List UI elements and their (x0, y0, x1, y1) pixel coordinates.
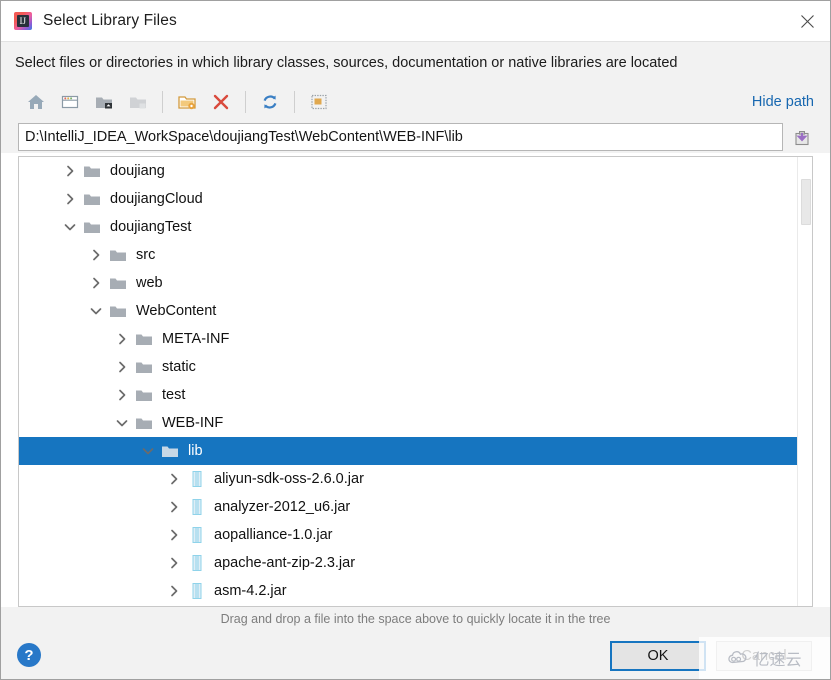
chevron-right-icon[interactable] (161, 577, 187, 605)
path-input[interactable] (18, 123, 783, 151)
chevron-right-icon[interactable] (161, 521, 187, 549)
tree-row[interactable]: asm-4.2.jar (19, 577, 812, 605)
tree-row[interactable]: src (19, 241, 812, 269)
chevron-right-icon[interactable] (83, 269, 109, 297)
drag-drop-hint: Drag and drop a file into the space abov… (220, 612, 611, 626)
tree-row-label: src (136, 247, 156, 263)
chevron-right-icon[interactable] (161, 549, 187, 577)
chevron-right-icon[interactable] (161, 465, 187, 493)
jar-file-icon (187, 499, 207, 515)
scrollbar-thumb[interactable] (801, 179, 811, 225)
tree-row-label: apache-ant-zip-2.3.jar (214, 555, 356, 571)
toolbar-separator (162, 91, 163, 113)
folder-icon (135, 416, 155, 431)
desktop-icon[interactable] (53, 88, 87, 116)
chevron-right-icon[interactable] (57, 157, 83, 185)
tree-row[interactable]: lib (19, 437, 812, 465)
chevron-right-icon[interactable] (109, 381, 135, 409)
chevron-right-icon[interactable] (109, 353, 135, 381)
tree-row-label: analyzer-2012_u6.jar (214, 499, 351, 515)
cancel-button[interactable]: Cancel (716, 641, 812, 671)
folder-icon (121, 88, 155, 116)
folder-icon (109, 248, 129, 263)
tree-row-label: web (136, 275, 163, 291)
tree-row-label: doujiang (110, 163, 165, 179)
folder-icon (161, 444, 181, 459)
folder-icon (109, 304, 129, 319)
dialog-footer: ? OK Cancel 亿速云 (1, 631, 830, 679)
tree-row-label: asm-4.2.jar (214, 583, 287, 599)
tree-row[interactable]: doujiangCloud (19, 185, 812, 213)
tree-row[interactable]: test (19, 381, 812, 409)
folder-icon (135, 360, 155, 375)
ok-button[interactable]: OK (610, 641, 706, 671)
chevron-down-icon[interactable] (135, 437, 161, 465)
chevron-right-icon[interactable] (57, 185, 83, 213)
tree-row[interactable]: WebContent (19, 297, 812, 325)
show-hidden-icon[interactable] (302, 88, 336, 116)
jar-file-icon (187, 583, 207, 599)
tree-row-label: aopalliance-1.0.jar (214, 527, 333, 543)
file-tree[interactable]: doujiang doujiangCloud doujiangTest src web W… (19, 157, 812, 606)
tree-row[interactable]: analyzer-2012_u6.jar (19, 493, 812, 521)
chevron-right-icon[interactable] (83, 241, 109, 269)
tree-row-label: test (162, 387, 186, 403)
folder-icon (83, 220, 103, 235)
tree-row-label: static (162, 359, 196, 375)
tree-row[interactable]: WEB-INF (19, 409, 812, 437)
jar-file-icon (187, 555, 207, 571)
tree-row-label: aliyun-sdk-oss-2.6.0.jar (214, 471, 364, 487)
tree-row-label: doujiangTest (110, 219, 192, 235)
folder-icon (83, 192, 103, 207)
title-bar: IJ Select Library Files (1, 1, 830, 41)
toolbar: Hide path (1, 83, 830, 121)
chevron-down-icon[interactable] (109, 409, 135, 437)
help-button[interactable]: ? (17, 643, 41, 667)
folder-icon (135, 388, 155, 403)
folder-up-icon[interactable] (87, 88, 121, 116)
folder-icon (83, 164, 103, 179)
select-library-files-dialog: IJ Select Library Files Select files or … (0, 0, 831, 680)
intellij-idea-icon: IJ (14, 12, 32, 30)
tree-row-label: doujiangCloud (110, 191, 203, 207)
dialog-button-group: OK Cancel (610, 641, 812, 671)
tree-row-label: WebContent (136, 303, 217, 319)
folder-icon (135, 332, 155, 347)
tree-row-label: WEB-INF (162, 415, 224, 431)
close-icon[interactable] (784, 1, 830, 41)
hint-bar: Drag and drop a file into the space abov… (1, 607, 830, 631)
refresh-icon[interactable] (253, 88, 287, 116)
new-folder-icon[interactable] (170, 88, 204, 116)
tree-row[interactable]: aopalliance-1.0.jar (19, 521, 812, 549)
instruction-text: Select files or directories in which lib… (15, 54, 678, 71)
toolbar-separator (294, 91, 295, 113)
hide-path-link[interactable]: Hide path (752, 94, 814, 110)
file-tree-panel: doujiang doujiangCloud doujiangTest src web W… (18, 156, 813, 607)
jar-file-icon (187, 527, 207, 543)
toolbar-separator (245, 91, 246, 113)
tree-row-label: META-INF (162, 331, 230, 347)
chevron-right-icon[interactable] (161, 493, 187, 521)
tree-row[interactable]: static (19, 353, 812, 381)
path-row (1, 121, 830, 153)
jar-file-icon (187, 471, 207, 487)
tree-row[interactable]: apache-ant-zip-2.3.jar (19, 549, 812, 577)
vertical-scrollbar[interactable] (797, 157, 812, 606)
tree-row[interactable]: doujiang (19, 157, 812, 185)
delete-icon[interactable] (204, 88, 238, 116)
tree-row[interactable]: META-INF (19, 325, 812, 353)
instruction-bar: Select files or directories in which lib… (1, 41, 830, 83)
chevron-right-icon[interactable] (109, 325, 135, 353)
home-icon[interactable] (19, 88, 53, 116)
chevron-down-icon[interactable] (57, 213, 83, 241)
window-title: Select Library Files (43, 12, 177, 29)
folder-icon (109, 276, 129, 291)
tree-row[interactable]: web (19, 269, 812, 297)
tree-row[interactable]: doujiangTest (19, 213, 812, 241)
tree-row[interactable]: aliyun-sdk-oss-2.6.0.jar (19, 465, 812, 493)
chevron-down-icon[interactable] (83, 297, 109, 325)
tree-row-label: lib (188, 443, 203, 459)
paste-path-icon[interactable] (788, 123, 816, 151)
